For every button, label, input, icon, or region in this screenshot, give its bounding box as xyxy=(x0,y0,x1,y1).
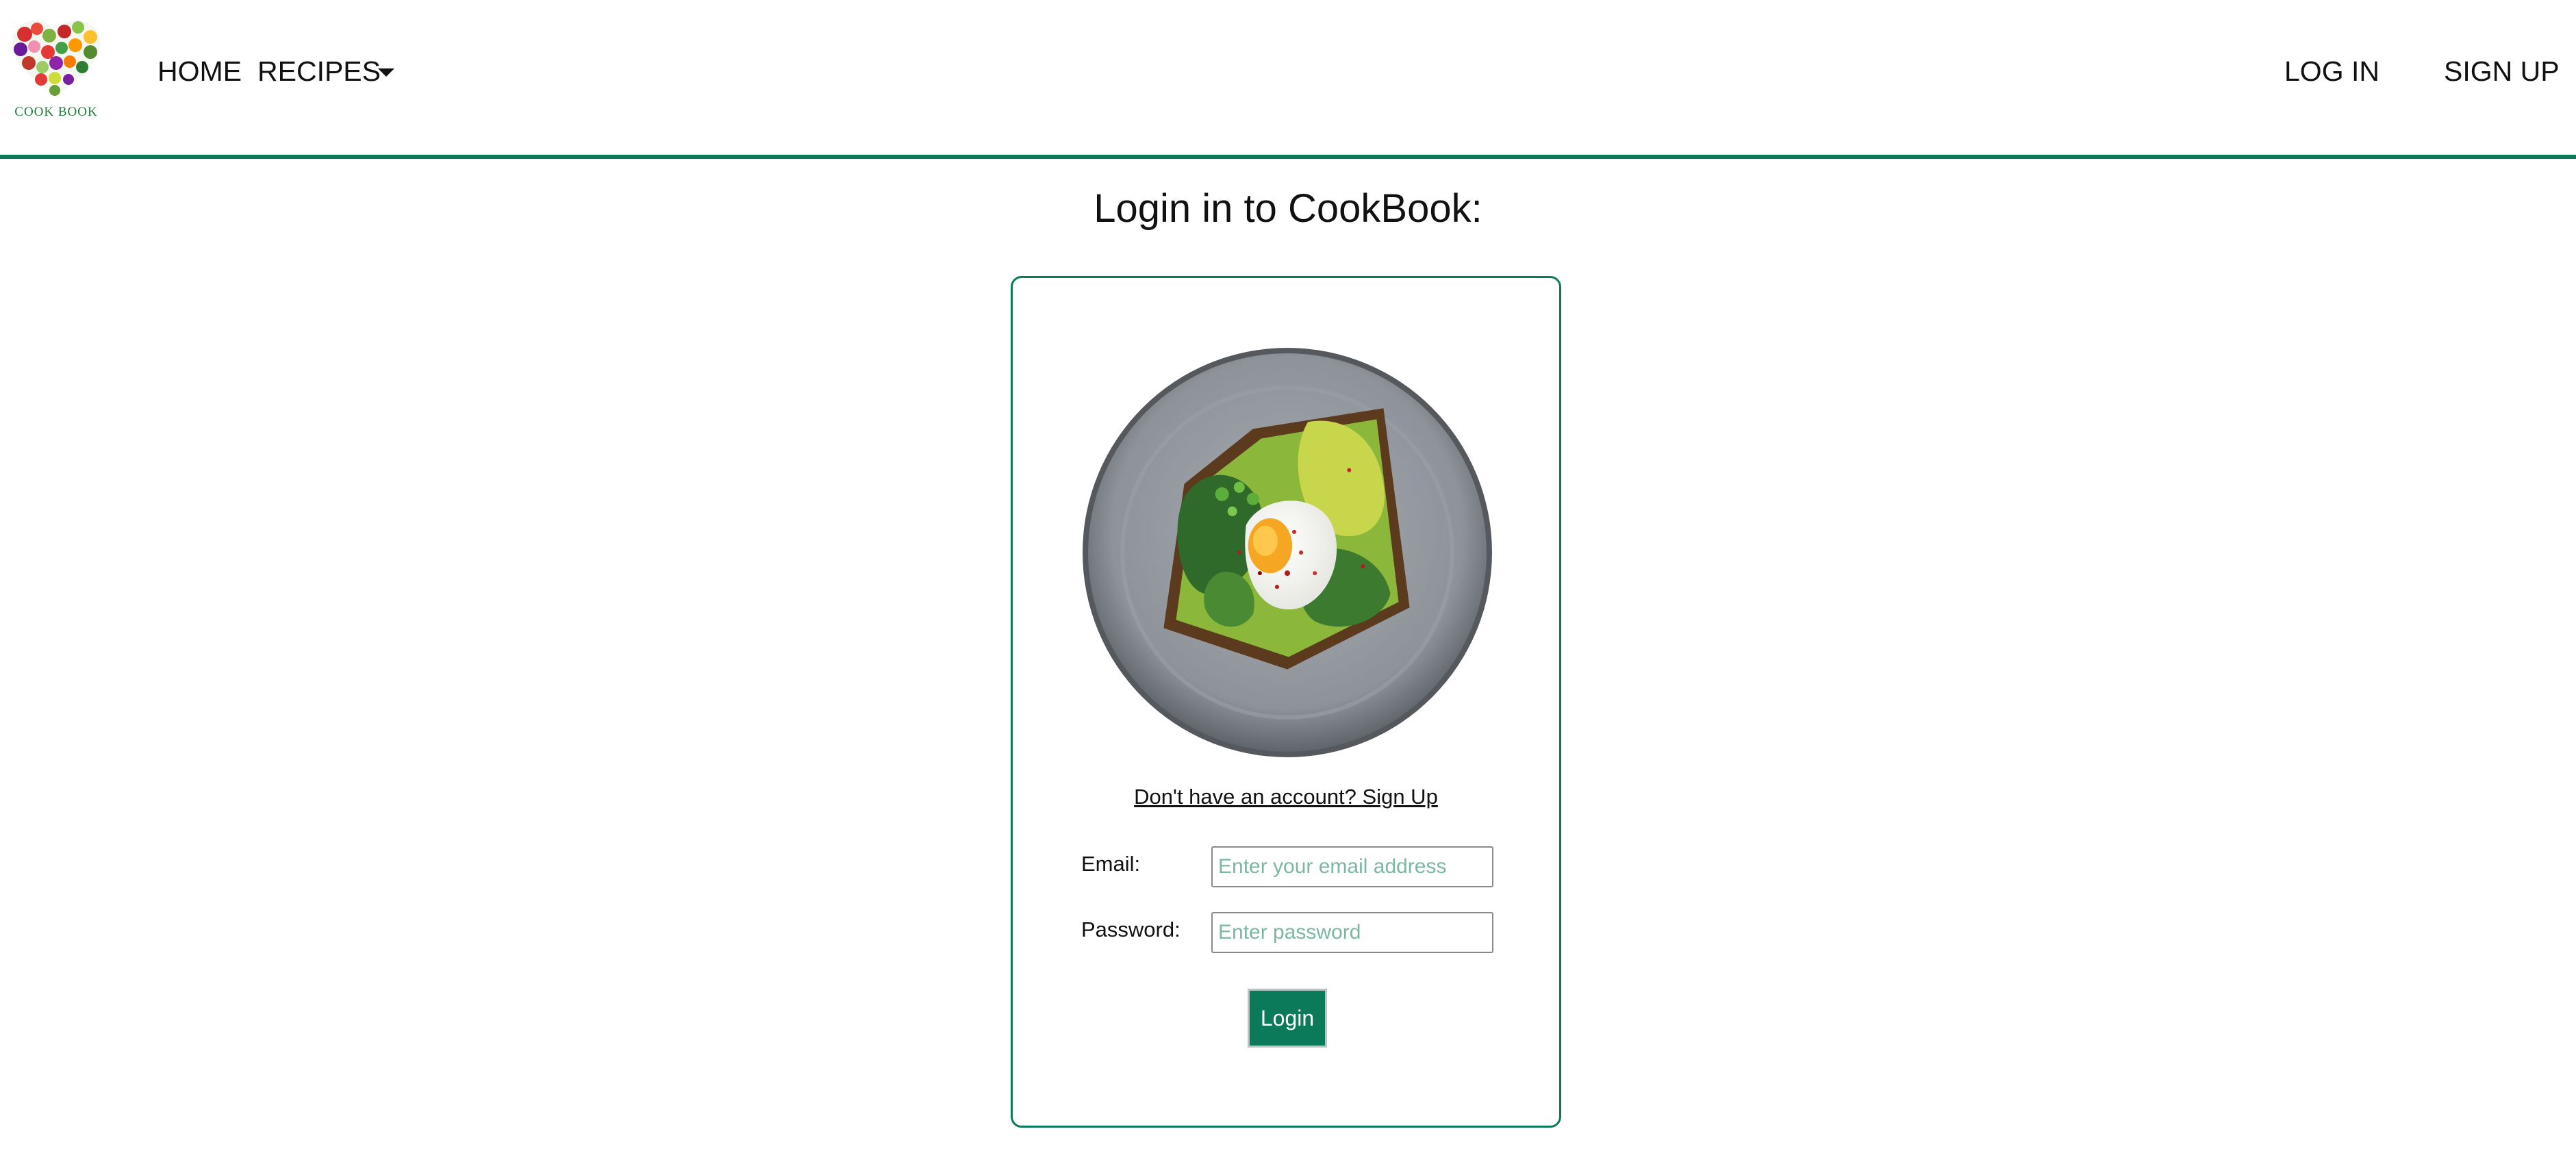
avocado-toast-photo xyxy=(1083,348,1492,757)
nav-recipes-dropdown[interactable]: RECIPES xyxy=(257,55,381,88)
nav-home-link[interactable]: HOME xyxy=(157,55,242,88)
nav-login-link[interactable]: LOG IN xyxy=(2284,55,2379,88)
signup-link[interactable]: Don't have an account? Sign Up xyxy=(1013,783,1559,811)
email-label: Email: xyxy=(1081,852,1141,876)
login-button[interactable]: Login xyxy=(1248,989,1327,1048)
cookbook-logo[interactable]: COOK BOOK xyxy=(10,19,103,122)
heart-of-vegetables-icon xyxy=(12,21,100,96)
logo-text: COOK BOOK xyxy=(14,105,98,119)
email-field[interactable] xyxy=(1211,846,1493,887)
page-title: Login in to CookBook: xyxy=(1094,186,1482,231)
top-navbar: COOK BOOK HOME RECIPES LOG IN SIGN UP xyxy=(0,0,2576,159)
nav-signup-link[interactable]: SIGN UP xyxy=(2444,55,2560,88)
password-field[interactable] xyxy=(1211,912,1493,953)
login-card: Don't have an account? Sign Up Email: Pa… xyxy=(1011,276,1561,1128)
password-label: Password: xyxy=(1081,917,1180,941)
caret-down-icon[interactable] xyxy=(378,68,394,77)
